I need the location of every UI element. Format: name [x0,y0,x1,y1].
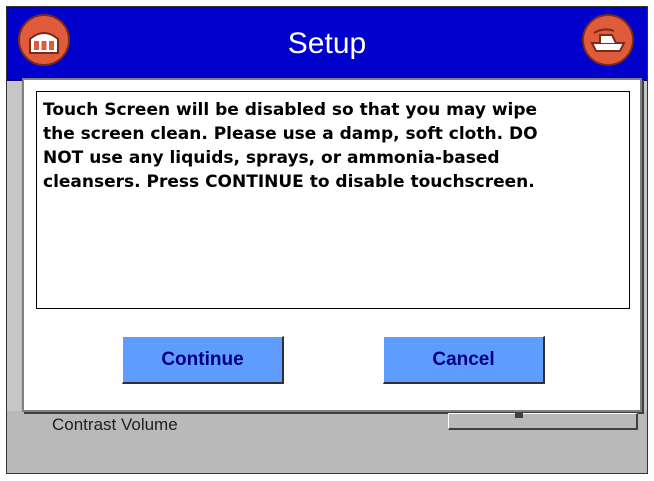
slider-knob[interactable] [515,412,523,418]
contrast-volume-slider[interactable] [448,412,638,430]
exit-icon[interactable] [582,14,634,66]
home-building-icon [29,32,59,54]
background-panel-edge-right [642,81,647,411]
continue-button[interactable]: Continue [122,336,284,384]
window-title: Setup [287,27,367,60]
exit-ship-icon [590,28,626,52]
message-box: Touch Screen will be disabled so that yo… [36,91,630,309]
background-panel-edge-left [7,81,21,411]
setup-screen: Setup Touch Screen will be disabled so t… [0,0,654,481]
touchscreen-disable-dialog: Touch Screen will be disabled so that yo… [22,78,642,412]
dialog-message: Touch Screen will be disabled so that yo… [43,100,538,192]
contrast-volume-label: Contrast Volume [52,415,178,434]
cancel-button[interactable]: Cancel [383,336,545,384]
title-bar: Setup [7,7,647,81]
home-icon[interactable] [18,14,70,66]
